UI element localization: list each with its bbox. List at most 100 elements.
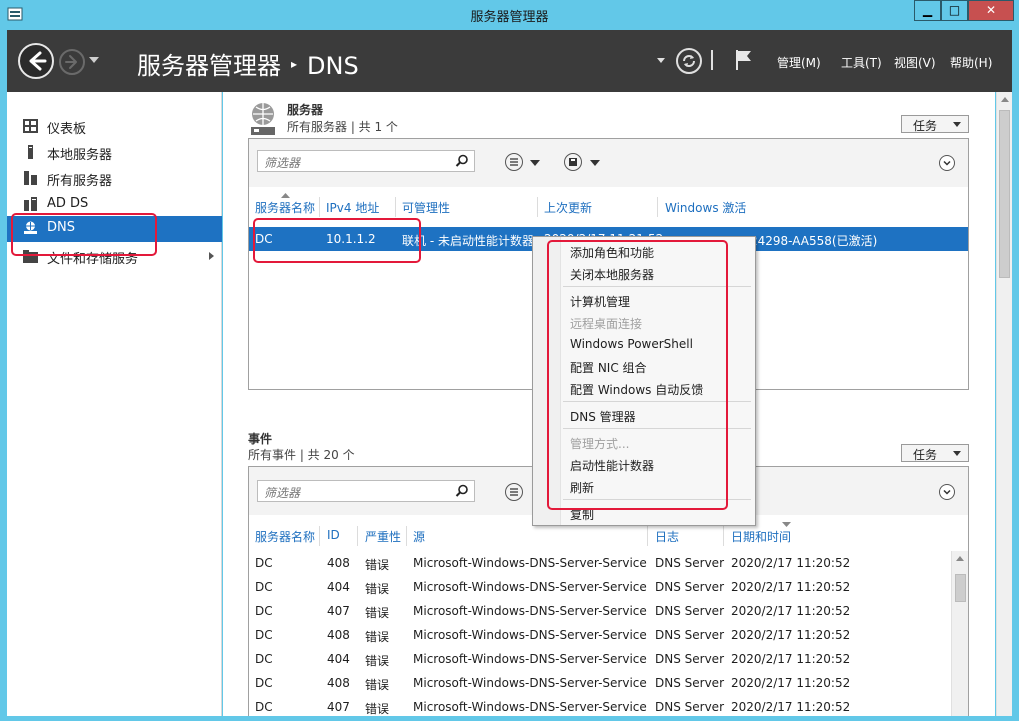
notification-flag-icon[interactable] — [733, 48, 755, 72]
maximize-button[interactable]: □ — [941, 0, 968, 21]
back-button[interactable] — [18, 43, 54, 79]
sort-ascending-icon — [281, 193, 290, 198]
sidebar: 仪表板 本地服务器 所有服务器 AD DS DNS 文件和存储服务 — [7, 92, 222, 716]
column-divider[interactable] — [723, 526, 724, 546]
servers-filter-input[interactable]: 筛选器 — [257, 150, 475, 172]
expand-button[interactable] — [939, 155, 955, 171]
expand-button[interactable] — [939, 484, 955, 500]
table-row[interactable]: DC 407 错误 Microsoft-Windows-DNS-Server-S… — [249, 599, 949, 623]
sidebar-item-all-servers[interactable]: 所有服务器 — [7, 166, 222, 190]
col-log[interactable]: 日志 — [655, 528, 679, 545]
table-row[interactable]: DC 408 错误 Microsoft-Windows-DNS-Server-S… — [249, 671, 949, 695]
column-divider[interactable] — [647, 526, 648, 546]
refresh-dropdown-icon[interactable] — [657, 58, 665, 63]
scrollbar-thumb[interactable] — [955, 574, 966, 602]
minimize-button[interactable]: ▁ — [914, 0, 941, 21]
sidebar-item-dashboard[interactable]: 仪表板 — [7, 114, 222, 138]
list-options-dropdown-icon[interactable] — [530, 160, 540, 166]
table-row[interactable]: DC 404 错误 Microsoft-Windows-DNS-Server-S… — [249, 647, 949, 671]
cell-log: DNS Server — [655, 676, 724, 690]
col-manageability[interactable]: 可管理性 — [402, 199, 450, 216]
col-ipv4[interactable]: IPv4 地址 — [326, 199, 379, 216]
table-row[interactable]: DC 407 错误 Microsoft-Windows-DNS-Server-S… — [249, 695, 949, 716]
cell-server-name: DC — [255, 652, 273, 666]
chevron-down-icon — [953, 451, 961, 456]
sort-descending-icon — [782, 522, 791, 527]
highlight-box-context-menu — [547, 240, 728, 510]
cell-id: 408 — [327, 556, 350, 570]
forward-button[interactable] — [59, 49, 85, 75]
scroll-up-icon[interactable] — [956, 556, 964, 561]
search-icon[interactable] — [455, 154, 469, 168]
cell-source: Microsoft-Windows-DNS-Server-Service — [413, 676, 647, 690]
events-section-title: 事件 — [248, 432, 273, 446]
cell-severity: 错误 — [365, 630, 390, 644]
table-row[interactable]: DC 408 错误 Microsoft-Windows-DNS-Server-S… — [249, 551, 949, 575]
save-query-icon[interactable] — [564, 153, 582, 171]
cell-log: DNS Server — [655, 580, 724, 594]
cell-server-name: DC — [255, 628, 273, 642]
breadcrumb-separator-icon: ▸ — [291, 57, 298, 71]
cell-source: Microsoft-Windows-DNS-Server-Service — [413, 556, 647, 570]
cell-date-time: 2020/2/17 11:20:52 — [731, 676, 851, 690]
col-id[interactable]: ID — [327, 528, 340, 542]
col-last-update[interactable]: 上次更新 — [544, 199, 592, 216]
list-icon — [510, 158, 518, 166]
cell-date-time: 2020/2/17 11:20:52 — [731, 628, 851, 642]
cell-log: DNS Server — [655, 652, 724, 666]
sidebar-item-local-server[interactable]: 本地服务器 — [7, 140, 222, 164]
tasks-label: 任务 — [913, 119, 938, 133]
column-divider[interactable] — [395, 197, 396, 217]
filter-placeholder: 筛选器 — [264, 486, 301, 500]
servers-tasks-button[interactable]: 任务 — [901, 115, 969, 133]
tasks-label: 任务 — [913, 448, 938, 462]
scrollbar-thumb[interactable] — [999, 110, 1010, 278]
table-row[interactable]: DC 408 错误 Microsoft-Windows-DNS-Server-S… — [249, 623, 949, 647]
list-icon — [510, 488, 518, 496]
breadcrumb-root[interactable]: 服务器管理器 — [137, 52, 281, 80]
servers-icon — [24, 171, 37, 185]
search-icon[interactable] — [455, 484, 469, 498]
events-tasks-button[interactable]: 任务 — [901, 444, 969, 462]
list-options-icon[interactable] — [505, 153, 523, 171]
refresh-button[interactable] — [676, 48, 702, 74]
adds-icon — [24, 197, 37, 211]
cell-id: 407 — [327, 700, 350, 714]
cell-source: Microsoft-Windows-DNS-Server-Service — [413, 604, 647, 618]
close-button[interactable]: ✕ — [968, 0, 1014, 21]
col-date-time[interactable]: 日期和时间 — [731, 528, 791, 545]
cell-source: Microsoft-Windows-DNS-Server-Service — [413, 580, 647, 594]
history-dropdown-icon[interactable] — [89, 57, 99, 63]
col-windows-activation[interactable]: Windows 激活 — [665, 199, 746, 216]
events-filter-input[interactable]: 筛选器 — [257, 480, 475, 502]
menu-manage[interactable]: 管理(M) — [777, 54, 821, 71]
cell-source: Microsoft-Windows-DNS-Server-Service — [413, 628, 647, 642]
arrow-right-icon — [65, 55, 77, 69]
menu-tools[interactable]: 工具(T) — [841, 54, 882, 71]
col-server-name[interactable]: 服务器名称 — [255, 199, 315, 216]
title-bar[interactable]: 服务器管理器 ▁ □ ✕ — [0, 0, 1019, 30]
cell-source: Microsoft-Windows-DNS-Server-Service — [413, 652, 647, 666]
scroll-up-icon[interactable] — [1001, 97, 1009, 102]
events-scrollbar[interactable] — [951, 551, 968, 716]
col-source[interactable]: 源 — [413, 528, 425, 545]
column-divider[interactable] — [537, 197, 538, 217]
menu-view[interactable]: 视图(V) — [894, 54, 936, 71]
chevron-right-icon[interactable] — [209, 252, 214, 260]
list-options-icon[interactable] — [505, 483, 523, 501]
disk-icon — [569, 158, 577, 166]
table-row[interactable]: DC 404 错误 Microsoft-Windows-DNS-Server-S… — [249, 575, 949, 599]
column-divider[interactable] — [319, 197, 320, 217]
column-divider[interactable] — [357, 526, 358, 546]
sidebar-item-label: AD DS — [47, 196, 89, 211]
column-divider[interactable] — [406, 526, 407, 546]
main-scrollbar[interactable] — [996, 92, 1012, 716]
column-divider[interactable] — [319, 526, 320, 546]
save-query-dropdown-icon[interactable] — [590, 160, 600, 166]
menu-help[interactable]: 帮助(H) — [950, 54, 992, 71]
cell-date-time: 2020/2/17 11:20:52 — [731, 556, 851, 570]
highlight-box-dns — [11, 213, 157, 256]
col-severity[interactable]: 严重性 — [365, 528, 401, 545]
column-divider[interactable] — [657, 197, 658, 217]
col-server-name[interactable]: 服务器名称 — [255, 528, 315, 545]
